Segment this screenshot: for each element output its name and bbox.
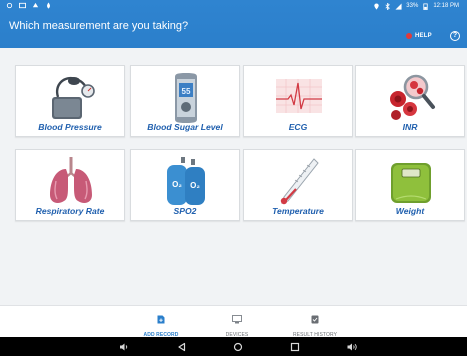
signal-icon [395, 2, 402, 10]
help-icon [406, 33, 412, 39]
location-icon [374, 2, 379, 10]
tile-blood-sugar-level[interactable]: 55 Blood Sugar Level [130, 65, 240, 137]
ecg-icon [276, 79, 322, 113]
nav-add-record[interactable]: ADD RECORD [126, 311, 196, 338]
app-screen: 33% 12:18 PM Which measurement are you t… [0, 0, 467, 356]
tile-label: Weight [395, 206, 425, 216]
tile-blood-pressure[interactable]: Blood Pressure [15, 65, 125, 137]
blood-cells-magnifier-icon [390, 74, 435, 120]
drop-icon [47, 2, 50, 9]
oxygen-cylinders-icon: O₂ O₂ [167, 157, 205, 205]
add-record-icon [157, 315, 165, 324]
tile-temperature[interactable]: Temperature [243, 149, 353, 221]
tile-weight[interactable]: Weight [355, 149, 465, 221]
tile-respiratory-rate[interactable]: Respiratory Rate [15, 149, 125, 221]
tile-label: INR [402, 122, 418, 132]
tile-label: ECG [288, 122, 308, 132]
volume-up-icon[interactable] [346, 341, 358, 353]
result-history-icon [311, 315, 319, 324]
tile-label: Temperature [272, 206, 324, 216]
email-icon [19, 2, 26, 9]
scale-icon [391, 163, 431, 203]
blood-pressure-monitor-icon [52, 76, 95, 119]
help-button[interactable]: HELP [406, 33, 432, 39]
page-title: Which measurement are you taking? [9, 20, 189, 32]
help-label: HELP [415, 33, 432, 39]
tile-ecg[interactable]: ECG [243, 65, 353, 137]
app-notification-icon [32, 2, 39, 8]
nav-devices[interactable]: DEVICES [202, 311, 272, 338]
tile-label: Blood Pressure [38, 122, 102, 132]
lungs-icon [50, 157, 92, 203]
thermometer-icon [280, 158, 319, 205]
battery-icon [423, 2, 428, 10]
svg-text:55: 55 [182, 87, 191, 96]
svg-text:O₂: O₂ [172, 180, 182, 189]
clock: 12:18 PM [433, 3, 459, 9]
battery-percent: 33% [406, 3, 419, 9]
svg-text:O₂: O₂ [190, 181, 200, 190]
tile-label: SPO2 [173, 206, 197, 216]
info-icon[interactable]: ? [450, 31, 460, 41]
system-navigation-bar [0, 337, 467, 356]
status-bar: 33% 12:18 PM [0, 0, 467, 13]
devices-icon [232, 315, 242, 324]
notification-icon [6, 2, 13, 9]
bluetooth-icon [385, 2, 391, 10]
home-icon[interactable] [232, 341, 244, 353]
nav-result-history[interactable]: RESULT HISTORY [280, 311, 350, 338]
tile-spo2[interactable]: O₂ O₂ SPO2 [130, 149, 240, 221]
volume-down-icon[interactable] [118, 341, 130, 353]
glucometer-icon: 55 [175, 73, 197, 123]
tile-inr[interactable]: INR [355, 65, 465, 137]
tile-label: Blood Sugar Level [147, 122, 223, 132]
recent-apps-icon[interactable] [289, 341, 301, 353]
bottom-navigation: ADD RECORD DEVICES RESULT HISTORY [0, 305, 467, 338]
back-icon[interactable] [176, 341, 188, 353]
app-header: 33% 12:18 PM Which measurement are you t… [0, 0, 467, 48]
tile-label: Respiratory Rate [35, 206, 105, 216]
